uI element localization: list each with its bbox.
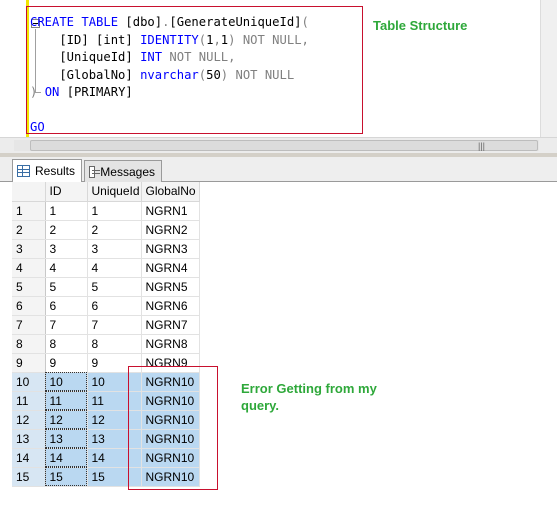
cell-globalno[interactable]: NGRN2 [141, 220, 200, 240]
cell-globalno[interactable]: NGRN8 [141, 334, 200, 354]
cell-globalno[interactable]: NGRN3 [141, 239, 200, 259]
cell-id[interactable]: 5 [45, 277, 88, 297]
cell-id[interactable]: 14 [45, 448, 88, 468]
cell-uniqueid[interactable]: 6 [87, 296, 142, 316]
cell-uniqueid[interactable]: 3 [87, 239, 142, 259]
cell-id[interactable]: 3 [45, 239, 88, 259]
cell-id[interactable]: 13 [45, 429, 88, 449]
row-number-cell[interactable]: 9 [12, 353, 46, 373]
table-row[interactable]: 2 2 2 NGRN2 [12, 220, 200, 240]
cell-id[interactable]: 10 [45, 372, 88, 392]
scrollbar-grip-icon: ||| [478, 141, 486, 151]
cell-uniqueid[interactable]: 4 [87, 258, 142, 278]
row-number-cell[interactable]: 8 [12, 334, 46, 354]
error-annotation: Error Getting from my query. [241, 381, 377, 413]
cell-id[interactable]: 12 [45, 410, 88, 430]
column-header-id[interactable]: ID [45, 182, 88, 202]
results-tabbar: Results Messages [0, 157, 557, 182]
cell-id[interactable]: 11 [45, 391, 88, 411]
table-structure-annotation: Table Structure [373, 18, 468, 33]
cell-globalno[interactable]: NGRN4 [141, 258, 200, 278]
editor-horizontal-scrollbar[interactable]: ||| [0, 137, 557, 153]
cell-uniqueid[interactable]: 1 [87, 201, 142, 221]
row-number-cell[interactable]: 4 [12, 258, 46, 278]
error-highlight-box [128, 366, 218, 490]
cell-globalno[interactable]: NGRN6 [141, 296, 200, 316]
cell-uniqueid[interactable]: 7 [87, 315, 142, 335]
table-row[interactable]: 3 3 3 NGRN3 [12, 239, 200, 259]
table-row[interactable]: 4 4 4 NGRN4 [12, 258, 200, 278]
row-number-cell[interactable]: 14 [12, 448, 46, 468]
row-number-cell[interactable]: 6 [12, 296, 46, 316]
row-number-cell[interactable]: 15 [12, 467, 46, 487]
results-grid[interactable]: ID UniqueId GlobalNo 1 1 1 NGRN1 2 2 2 NGRN2 3 3 3… [0, 182, 557, 511]
column-header-uniqueid[interactable]: UniqueId [87, 182, 142, 202]
cell-uniqueid[interactable]: 5 [87, 277, 142, 297]
row-number-cell[interactable]: 13 [12, 429, 46, 449]
cell-uniqueid[interactable]: 8 [87, 334, 142, 354]
table-row[interactable]: 8 8 8 NGRN8 [12, 334, 200, 354]
cell-id[interactable]: 1 [45, 201, 88, 221]
cell-id[interactable]: 15 [45, 467, 88, 487]
row-number-cell[interactable]: 10 [12, 372, 46, 392]
cell-id[interactable]: 6 [45, 296, 88, 316]
row-number-cell[interactable]: 12 [12, 410, 46, 430]
table-row[interactable]: 7 7 7 NGRN7 [12, 315, 200, 335]
editor-vertical-scrollbar[interactable] [540, 0, 557, 137]
tab-results[interactable]: Results [12, 159, 82, 182]
cell-globalno[interactable]: NGRN7 [141, 315, 200, 335]
table-structure-highlight-box [26, 6, 363, 134]
cell-globalno[interactable]: NGRN1 [141, 201, 200, 221]
grid-icon [17, 165, 30, 177]
row-number-cell[interactable]: 5 [12, 277, 46, 297]
row-number-cell[interactable]: 1 [12, 201, 46, 221]
table-row[interactable]: 6 6 6 NGRN6 [12, 296, 200, 316]
cell-globalno[interactable]: NGRN5 [141, 277, 200, 297]
cell-id[interactable]: 2 [45, 220, 88, 240]
editor-gutter [0, 0, 5, 137]
row-number-cell[interactable]: 3 [12, 239, 46, 259]
table-row[interactable]: 5 5 5 NGRN5 [12, 277, 200, 297]
row-number-cell[interactable]: 7 [12, 315, 46, 335]
column-header-globalno[interactable]: GlobalNo [141, 182, 200, 202]
corner-cell[interactable] [12, 182, 46, 202]
query-editor[interactable]: CREATE TABLE [dbo].[GenerateUniqueId]( [… [0, 0, 557, 153]
tab-results-label: Results [34, 164, 75, 178]
cell-uniqueid[interactable]: 2 [87, 220, 142, 240]
cell-id[interactable]: 9 [45, 353, 88, 373]
tab-messages-label: Messages [100, 164, 155, 179]
cell-id[interactable]: 4 [45, 258, 88, 278]
cell-id[interactable]: 8 [45, 334, 88, 354]
row-number-cell[interactable]: 2 [12, 220, 46, 240]
messages-icon [89, 165, 101, 178]
header-row: ID UniqueId GlobalNo [12, 182, 200, 202]
row-number-cell[interactable]: 11 [12, 391, 46, 411]
cell-id[interactable]: 7 [45, 315, 88, 335]
scrollbar-thumb[interactable] [30, 140, 538, 151]
table-row[interactable]: 1 1 1 NGRN1 [12, 201, 200, 221]
tab-messages[interactable]: Messages [84, 160, 162, 182]
